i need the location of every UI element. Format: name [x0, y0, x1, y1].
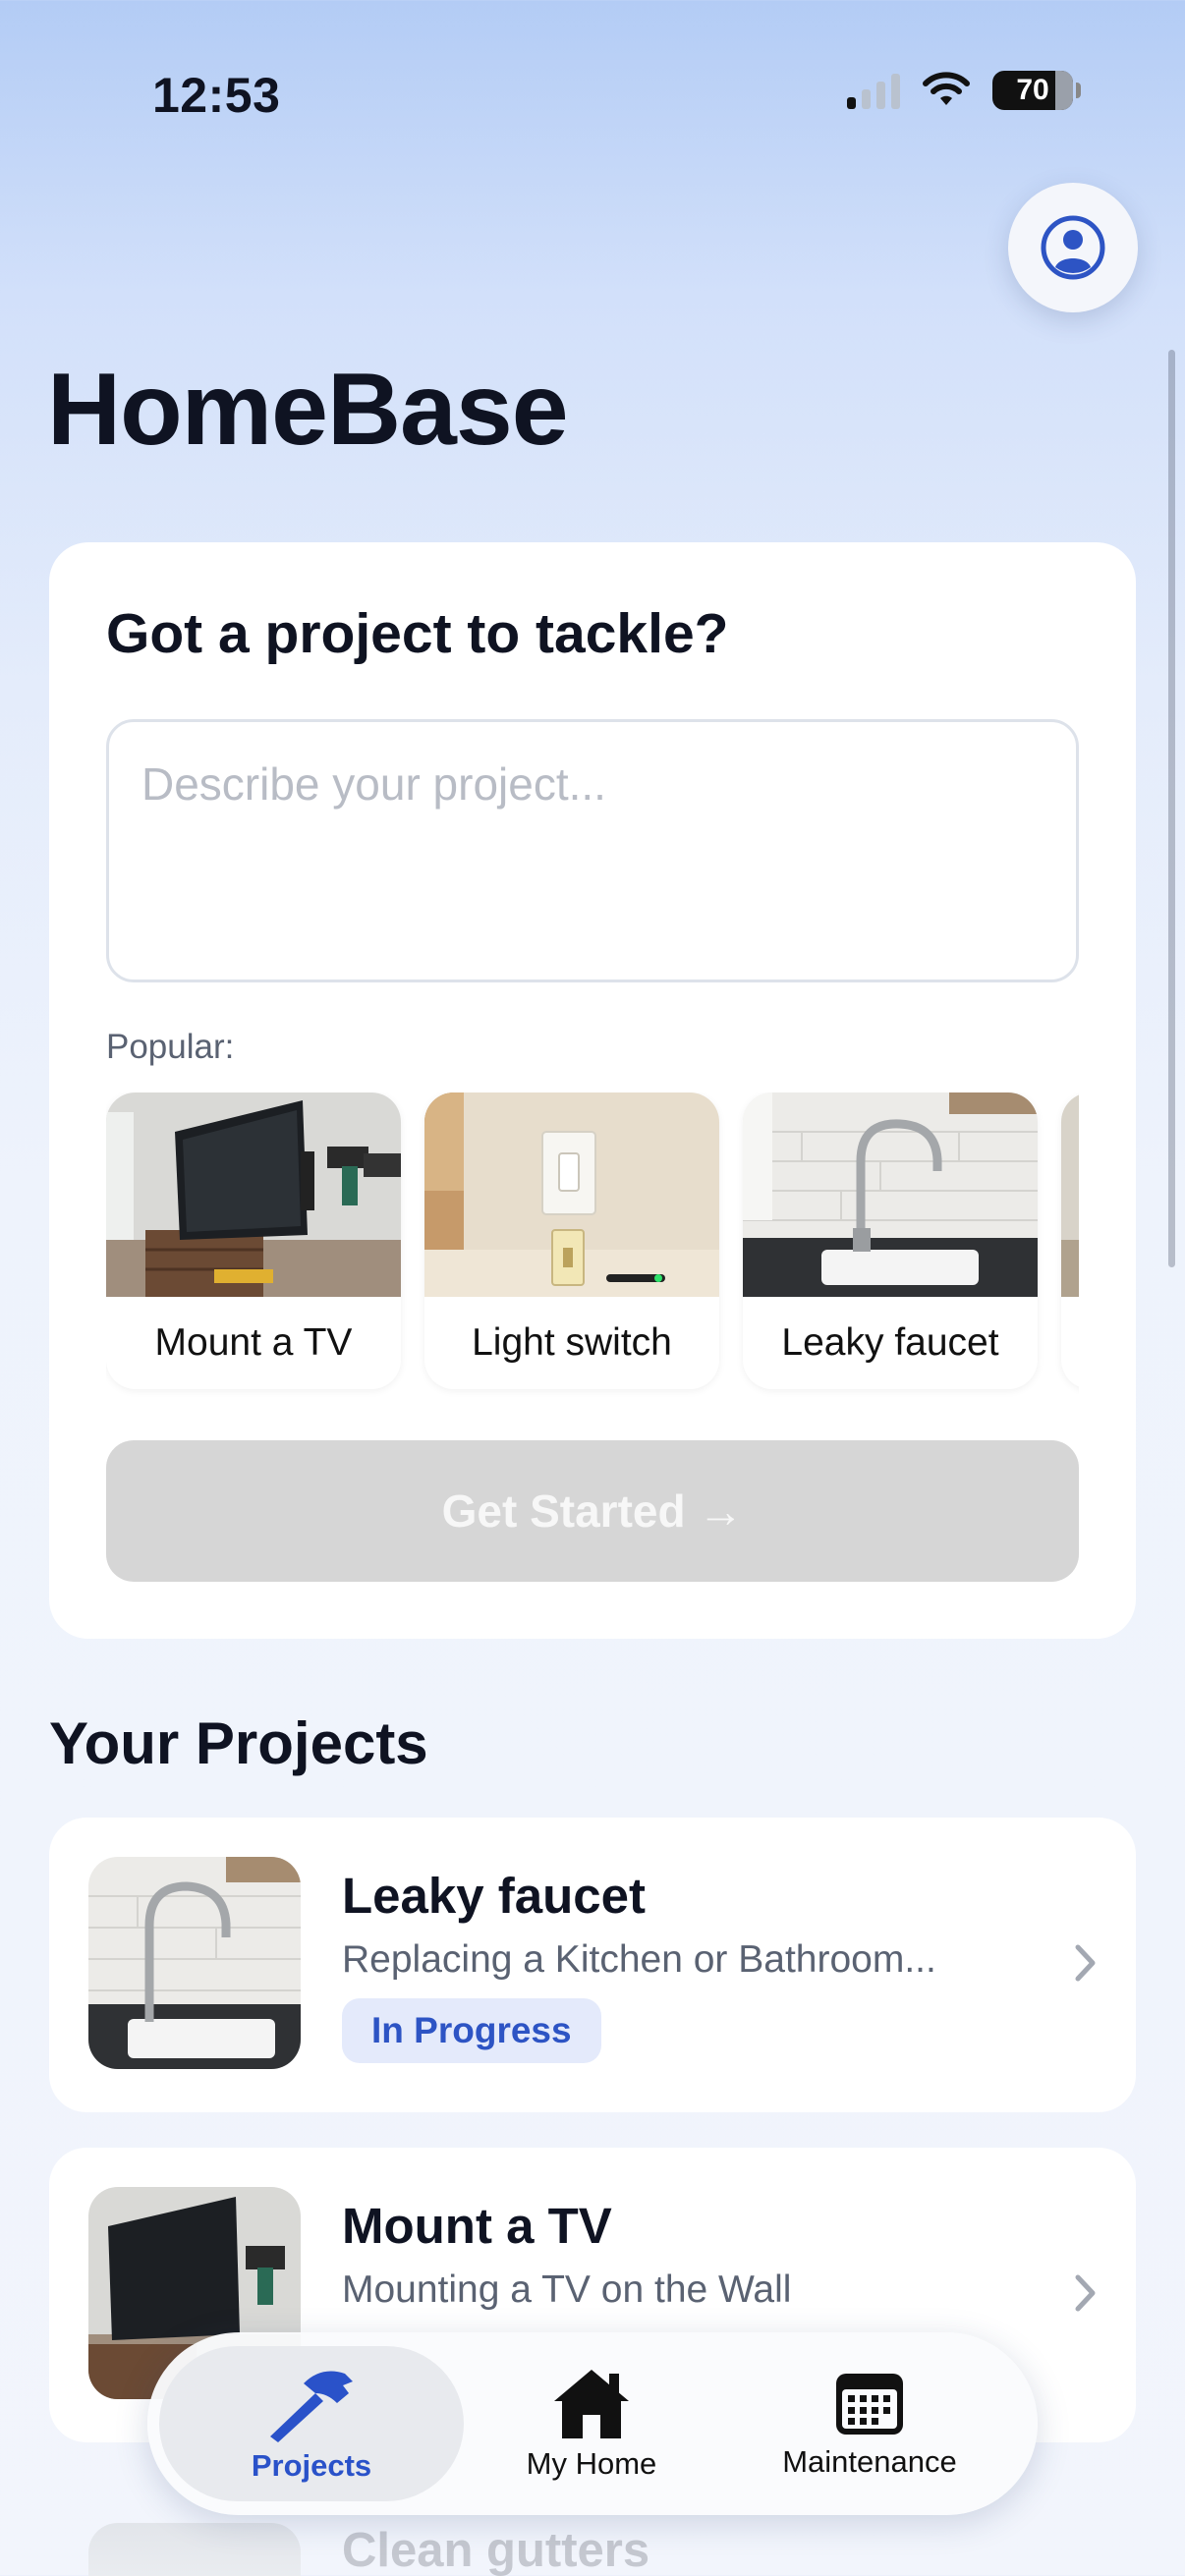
your-projects-title: Your Projects — [49, 1710, 428, 1776]
battery-icon: 70 — [992, 71, 1081, 110]
project-card-clean-gutters[interactable]: Clean gutters — [49, 2511, 1136, 2576]
kitchen-faucet-photo — [743, 1092, 1038, 1297]
chip-label: Leaky faucet — [781, 1321, 999, 1364]
chevron-right-icon — [1075, 1944, 1096, 1982]
tab-my-home[interactable]: My Home — [478, 2346, 705, 2501]
project-subtitle: Mounting a TV on the Wall — [342, 2268, 792, 2311]
describe-project-input[interactable] — [109, 722, 1076, 980]
project-photo — [1061, 1092, 1079, 1297]
scrollbar[interactable] — [1168, 350, 1175, 1267]
tab-projects[interactable]: Projects — [159, 2346, 464, 2501]
describe-project-field[interactable] — [106, 719, 1079, 982]
tv-mount-photo — [106, 1092, 401, 1297]
project-title: Clean gutters — [342, 2524, 650, 2576]
card-heading: Got a project to tackle? — [106, 602, 729, 665]
project-thumbnail — [88, 2523, 301, 2576]
popular-chip-mount-tv[interactable]: Mount a TV — [106, 1092, 401, 1389]
kitchen-faucet-photo — [88, 1857, 301, 2069]
cellular-signal-icon — [847, 72, 900, 109]
wifi-icon — [923, 72, 970, 105]
project-title: Mount a TV — [342, 2198, 612, 2254]
tab-maintenance[interactable]: Maintenance — [727, 2346, 1012, 2501]
chip-label: Mount a TV — [154, 1321, 353, 1364]
light-switch-photo — [424, 1092, 719, 1297]
popular-chip-leaky-faucet[interactable]: Leaky faucet — [743, 1092, 1038, 1389]
project-thumbnail — [88, 1857, 301, 2069]
popular-chip-light-switch[interactable]: Light switch — [424, 1092, 719, 1389]
battery-level: 70 — [1016, 74, 1049, 106]
hammer-icon — [270, 2371, 353, 2442]
status-badge: In Progress — [342, 1998, 601, 2063]
calendar-icon — [836, 2374, 903, 2435]
tab-label: My Home — [526, 2446, 657, 2481]
bottom-tab-bar: Projects My Home Maintenance — [147, 2332, 1038, 2515]
app-title: HomeBase — [47, 353, 569, 467]
status-icons: 70 — [847, 71, 1081, 110]
user-circle-icon — [1041, 215, 1105, 280]
project-title: Leaky faucet — [342, 1868, 646, 1924]
profile-button[interactable] — [1008, 183, 1138, 312]
project-card-leaky-faucet[interactable]: Leaky faucet Replacing a Kitchen or Bath… — [49, 1818, 1136, 2112]
project-subtitle: Replacing a Kitchen or Bathroom... — [342, 1938, 936, 1981]
popular-label: Popular: — [106, 1028, 235, 1066]
get-started-button[interactable]: Get Started → — [106, 1440, 1079, 1582]
chip-label: Light switch — [472, 1321, 672, 1364]
tab-label: Maintenance — [782, 2444, 957, 2479]
house-icon — [554, 2370, 629, 2438]
new-project-card: Got a project to tackle? Popular: Mount … — [49, 542, 1136, 1639]
popular-projects-carousel[interactable]: Mount a TV Light switch Leaky faucet — [106, 1092, 1079, 1442]
tab-label: Projects — [251, 2448, 372, 2483]
chevron-right-icon — [1075, 2274, 1096, 2312]
popular-chip-more[interactable] — [1061, 1092, 1079, 1389]
status-time: 12:53 — [152, 68, 281, 123]
